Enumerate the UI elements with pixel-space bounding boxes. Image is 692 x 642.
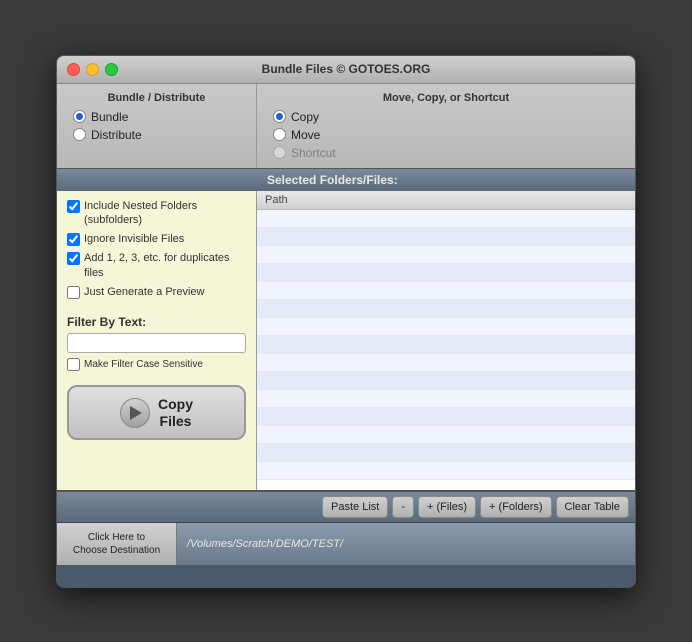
minus-button[interactable]: - (392, 496, 414, 518)
move-radio[interactable] (273, 128, 286, 141)
table-row (257, 228, 635, 246)
main-content: Bundle / Distribute Bundle Distribute Mo… (57, 84, 635, 587)
close-button[interactable] (67, 63, 80, 76)
table-row (257, 462, 635, 480)
top-section: Bundle / Distribute Bundle Distribute Mo… (57, 84, 635, 169)
copy-radio-group: Copy Move Shortcut (269, 110, 623, 160)
distribute-radio[interactable] (73, 128, 86, 141)
table-body[interactable] (257, 210, 635, 490)
copy-label: Copy (291, 110, 319, 124)
bundle-radio-group: Bundle Distribute (69, 110, 244, 142)
ignore-invisible-label: Ignore Invisible Files (84, 232, 184, 246)
play-triangle-icon (130, 406, 142, 420)
choose-destination-button[interactable]: Click Here to Choose Destination (57, 523, 177, 565)
generate-preview-option[interactable]: Just Generate a Preview (67, 285, 246, 299)
copy-option[interactable]: Copy (273, 110, 623, 124)
copy-panel-title: Move, Copy, or Shortcut (269, 92, 623, 104)
table-row (257, 354, 635, 372)
filter-section: Filter By Text: Make Filter Case Sensiti… (67, 315, 246, 371)
copy-move-shortcut-panel: Move, Copy, or Shortcut Copy Move Shortc… (257, 84, 635, 168)
files-panel: Path (257, 191, 635, 490)
options-panel: Include Nested Folders (subfolders) Igno… (57, 191, 257, 490)
window-title: Bundle Files © GOTOES.ORG (262, 62, 431, 76)
table-row (257, 282, 635, 300)
copy-btn-label: Copy Files (158, 396, 193, 430)
bottom-shadow (57, 565, 635, 587)
table-row (257, 426, 635, 444)
case-sensitive-label: Make Filter Case Sensitive (84, 359, 203, 370)
shortcut-label: Shortcut (291, 146, 336, 160)
generate-preview-label: Just Generate a Preview (84, 285, 204, 299)
ignore-invisible-checkbox[interactable] (67, 233, 80, 246)
main-window: Bundle Files © GOTOES.ORG Bundle / Distr… (56, 55, 636, 588)
table-row (257, 336, 635, 354)
distribute-label: Distribute (91, 128, 142, 142)
table-row (257, 408, 635, 426)
table-row (257, 318, 635, 336)
table-row (257, 246, 635, 264)
add-duplicates-option[interactable]: Add 1, 2, 3, etc. for duplicates files (67, 251, 246, 280)
middle-section: Include Nested Folders (subfolders) Igno… (57, 191, 635, 491)
shortcut-option: Shortcut (273, 146, 623, 160)
distribute-option[interactable]: Distribute (73, 128, 244, 142)
selected-files-header-bar: Selected Folders/Files: (57, 169, 635, 191)
filter-input[interactable] (67, 333, 246, 353)
shortcut-radio (273, 146, 286, 159)
title-bar: Bundle Files © GOTOES.ORG (57, 56, 635, 84)
bundle-radio[interactable] (73, 110, 86, 123)
include-nested-label: Include Nested Folders (subfolders) (84, 199, 246, 228)
clear-table-button[interactable]: Clear Table (556, 496, 629, 518)
paste-list-button[interactable]: Paste List (322, 496, 388, 518)
table-row (257, 444, 635, 462)
include-nested-checkbox[interactable] (67, 200, 80, 213)
bundle-distribute-panel: Bundle / Distribute Bundle Distribute (57, 84, 257, 168)
generate-preview-checkbox[interactable] (67, 286, 80, 299)
add-duplicates-label: Add 1, 2, 3, etc. for duplicates files (84, 251, 246, 280)
footer-bar: Click Here to Choose Destination /Volume… (57, 522, 635, 565)
files-table: Path (257, 191, 635, 490)
table-row (257, 372, 635, 390)
bottom-toolbar: Paste List - + (Files) + (Folders) Clear… (57, 491, 635, 522)
destination-btn-line1: Click Here to (88, 532, 145, 543)
bundle-label: Bundle (91, 110, 128, 124)
traffic-lights (67, 63, 118, 76)
move-label: Move (291, 128, 320, 142)
destination-path: /Volumes/Scratch/DEMO/TEST/ (177, 538, 635, 550)
plus-files-button[interactable]: + (Files) (418, 496, 476, 518)
table-row (257, 264, 635, 282)
selected-header-text: Selected Folders/Files: (267, 173, 398, 187)
copy-files-button[interactable]: Copy Files (67, 385, 246, 440)
path-column-header: Path (265, 194, 288, 206)
case-sensitive-checkbox[interactable] (67, 358, 80, 371)
include-nested-option[interactable]: Include Nested Folders (subfolders) (67, 199, 246, 228)
copy-radio[interactable] (273, 110, 286, 123)
add-duplicates-checkbox[interactable] (67, 252, 80, 265)
table-row (257, 390, 635, 408)
case-sensitive-option[interactable]: Make Filter Case Sensitive (67, 358, 246, 371)
minimize-button[interactable] (86, 63, 99, 76)
destination-btn-line2: Choose Destination (73, 545, 160, 556)
play-icon (120, 398, 150, 428)
table-row (257, 210, 635, 228)
bundle-panel-title: Bundle / Distribute (69, 92, 244, 104)
maximize-button[interactable] (105, 63, 118, 76)
move-option[interactable]: Move (273, 128, 623, 142)
bundle-option[interactable]: Bundle (73, 110, 244, 124)
ignore-invisible-option[interactable]: Ignore Invisible Files (67, 232, 246, 246)
table-header: Path (257, 191, 635, 210)
filter-label: Filter By Text: (67, 315, 246, 329)
table-row (257, 300, 635, 318)
plus-folders-button[interactable]: + (Folders) (480, 496, 552, 518)
